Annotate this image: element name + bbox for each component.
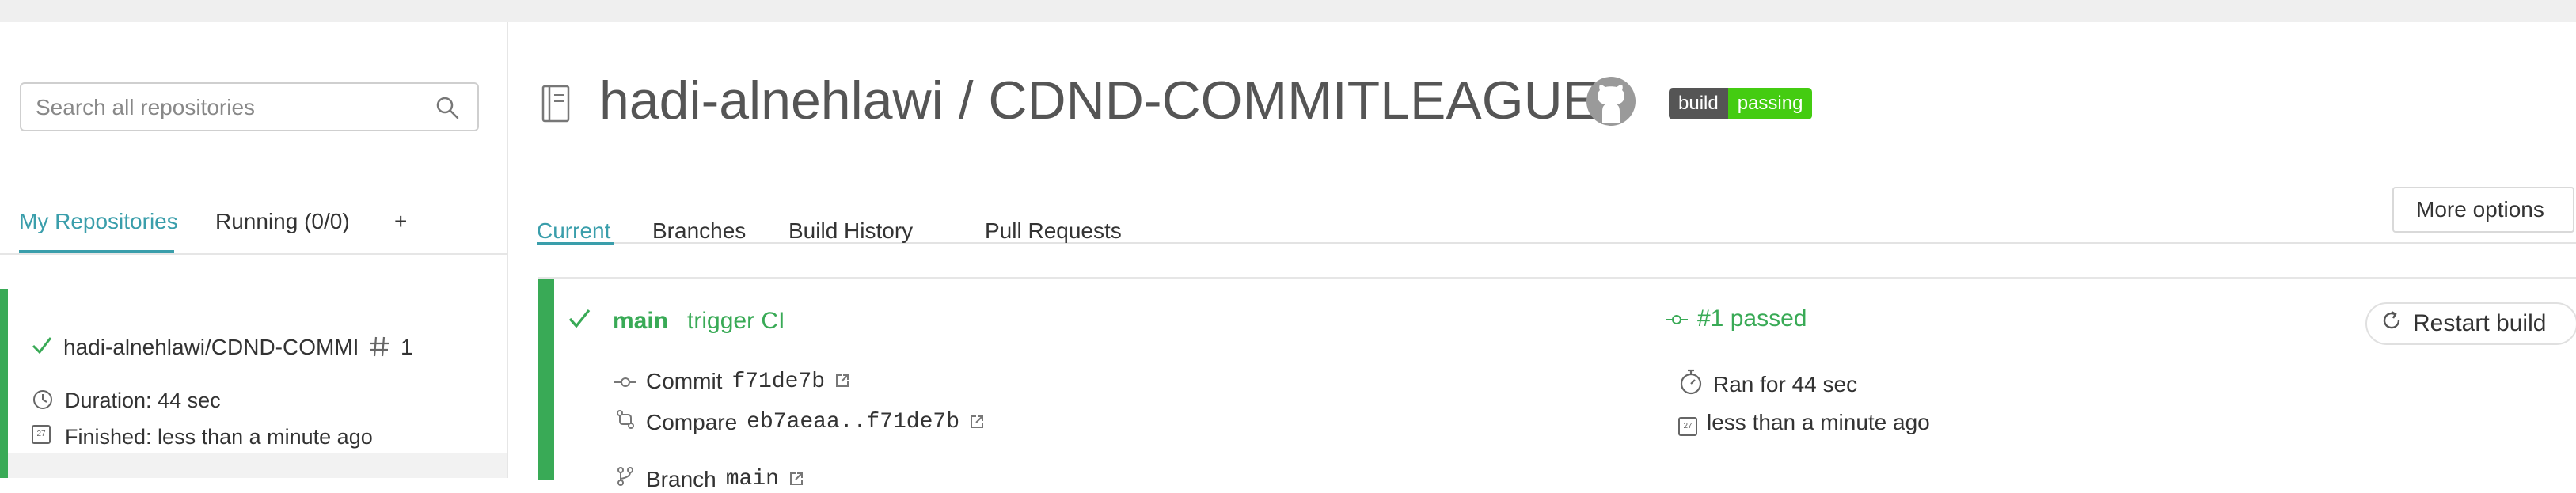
badge-status: passing	[1727, 88, 1813, 119]
clock-icon	[32, 389, 54, 415]
branch-name[interactable]: main	[613, 308, 668, 335]
build-number[interactable]: 1	[401, 335, 413, 360]
commit-message: trigger CI	[687, 307, 785, 334]
github-icon[interactable]	[1585, 75, 1637, 131]
search-box[interactable]	[20, 82, 479, 131]
external-link-icon[interactable]	[834, 369, 850, 394]
build-status: #1 passed	[1666, 305, 1807, 332]
build-status-text[interactable]: #1 passed	[1697, 305, 1807, 332]
hash-icon	[367, 335, 391, 362]
next-repo-card[interactable]	[0, 453, 507, 478]
build-header: main trigger CI	[567, 305, 785, 336]
commit-icon	[1666, 306, 1688, 332]
branch-icon	[614, 465, 636, 493]
tab-pull-requests[interactable]: Pull Requests	[985, 218, 1122, 244]
search-icon[interactable]	[435, 95, 460, 124]
status-bar	[0, 289, 8, 457]
repo-card[interactable]: hadi-alnehlawi/CDND-COMMI 1 Duration: 44…	[0, 289, 507, 457]
tab-branches[interactable]: Branches	[652, 218, 746, 244]
search-input[interactable]	[34, 92, 417, 123]
compare-icon	[614, 408, 636, 436]
tab-add[interactable]: +	[394, 209, 407, 234]
restart-build-button[interactable]: Restart build	[2365, 302, 2576, 345]
duration-text: Duration: 44 sec	[65, 389, 221, 412]
more-options-button[interactable]: More options	[2392, 187, 2574, 233]
repo-book-icon	[540, 84, 573, 129]
tab-current[interactable]: Current	[537, 218, 610, 244]
compare-label: Compare	[646, 409, 738, 434]
finished-text: less than a minute ago	[1707, 409, 1930, 434]
stopwatch-icon	[1678, 367, 1704, 401]
build-status-badge[interactable]: build passing	[1669, 88, 1813, 119]
commit-label: Commit	[646, 369, 723, 393]
external-link-icon[interactable]	[969, 410, 985, 435]
sidebar-tabs: My Repositories Running (0/0) +	[0, 187, 507, 255]
check-icon	[567, 305, 592, 336]
status-bar	[538, 279, 554, 480]
status-bar	[0, 453, 8, 478]
badge-label: build	[1669, 88, 1728, 119]
repo-name-link[interactable]: hadi-alnehlawi/CDND-COMMI	[63, 335, 358, 360]
restart-label: Restart build	[2413, 310, 2547, 336]
ran-for-text: Ran for 44 sec	[1713, 371, 1858, 396]
commit-sha[interactable]: f71de7b	[731, 370, 825, 394]
tab-build-history[interactable]: Build History	[788, 218, 913, 244]
repo-tabs: Current Branches Build History Pull Requ…	[537, 180, 2576, 244]
calendar-icon: 27	[32, 425, 51, 444]
compare-range[interactable]: eb7aeaa..f71de7b	[747, 410, 959, 434]
compare-row: Compare eb7aeaa..f71de7b	[614, 408, 985, 436]
check-icon	[30, 333, 54, 361]
branch-label: Branch	[646, 466, 716, 491]
page-title: hadi-alnehlawi / CDND-COMMITLEAGUE-	[599, 70, 1617, 131]
external-link-icon[interactable]	[788, 467, 804, 492]
tab-my-repositories[interactable]: My Repositories	[19, 209, 178, 234]
finished-row: 27 less than a minute ago	[1678, 408, 1930, 436]
restart-icon	[2380, 309, 2403, 339]
top-bar	[0, 0, 2576, 22]
finished-text: Finished: less than a minute ago	[65, 425, 373, 449]
active-tab-indicator	[19, 250, 174, 253]
commit-icon	[614, 369, 636, 394]
main-content: hadi-alnehlawi / CDND-COMMITLEAGUE- buil…	[508, 22, 2576, 491]
branch-row: Branch main	[614, 465, 804, 493]
calendar-icon: 27	[1678, 408, 1697, 436]
commit-row: Commit f71de7b	[614, 369, 850, 394]
sidebar: My Repositories Running (0/0) + hadi-aln…	[0, 22, 508, 478]
tab-running[interactable]: Running (0/0)	[215, 209, 350, 234]
ran-for-row: Ran for 44 sec	[1678, 367, 1857, 401]
active-tab-indicator	[537, 242, 614, 245]
branch-value[interactable]: main	[726, 467, 779, 491]
